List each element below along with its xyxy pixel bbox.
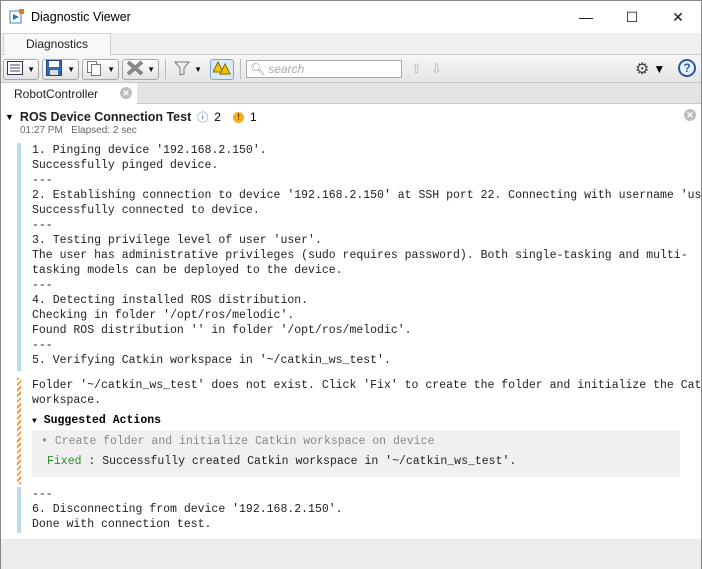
chevron-down-icon: ▼ (107, 65, 115, 74)
log-line: --- (32, 339, 53, 352)
log-line: 3. Testing privilege level of user 'user… (32, 234, 322, 247)
warnings-toggle[interactable] (210, 59, 234, 80)
help-icon[interactable]: ? (678, 59, 696, 77)
log-line: 2. Establishing connection to device '19… (32, 189, 702, 202)
log-line: tasking models can be deployed to the de… (32, 264, 343, 277)
log-line: Successfully pinged device. (32, 159, 219, 172)
arrow-down-icon[interactable]: ⇩ (431, 61, 442, 77)
elapsed-time: Elapsed: 2 sec (71, 125, 137, 136)
log-line: 5. Verifying Catkin workspace in '~/catk… (32, 354, 391, 367)
test-header[interactable]: ▼ ROS Device Connection Test ⓘ 2 ! 1 (5, 109, 257, 125)
log-line: --- (32, 279, 53, 292)
warning-count: 1 (249, 110, 257, 124)
suggested-actions-label: Suggested Actions (43, 414, 162, 427)
warning-circle-icon: ! (232, 111, 244, 123)
log-block-final: --- 6. Disconnecting from device '192.168… (17, 487, 343, 533)
layout-button[interactable]: ▼ (3, 59, 39, 80)
close-button[interactable]: ✕ (655, 1, 701, 33)
log-line: 1. Pinging device '192.168.2.150'. (32, 144, 267, 157)
warning-line: workspace. (32, 394, 102, 407)
info-count: 2 (214, 110, 221, 124)
status-area (1, 539, 701, 569)
filter-button[interactable]: ▼ (170, 59, 206, 80)
clear-button[interactable]: ▼ (122, 59, 159, 80)
test-time: 01:27 PM (20, 125, 63, 136)
copy-button[interactable]: ▼ (82, 59, 119, 80)
warning-icon (212, 60, 231, 78)
app-icon (9, 9, 25, 25)
collapse-triangle-icon[interactable]: ▼ (5, 112, 14, 122)
log-line: 6. Disconnecting from device '192.168.2.… (32, 503, 343, 516)
chevron-down-icon: ▼ (147, 65, 155, 74)
chevron-down-icon: ▼ (27, 65, 35, 74)
copy-icon (86, 60, 102, 79)
log-line: Successfully connected to device. (32, 204, 260, 217)
toolbar: ▼ ▼ ▼ ▼ ▼ 🔍︎ search ⇧ ⇩ ⚙ ▼ ? (1, 55, 701, 83)
close-test-icon[interactable]: ✕ (684, 109, 696, 121)
action-text: Create folder and initialize Catkin work… (54, 435, 435, 448)
arrow-up-icon[interactable]: ⇧ (411, 61, 422, 77)
fixed-message: : Successfully created Catkin workspace … (81, 455, 517, 468)
log-line: --- (32, 219, 53, 232)
warning-block: Folder '~/catkin_ws_test' does not exist… (17, 378, 702, 484)
clear-x-icon (126, 60, 144, 79)
filter-icon (173, 60, 191, 79)
document-tabbar: RobotController ✕ (1, 83, 701, 104)
title-bar: Diagnostic Viewer — ☐ ✕ (1, 1, 701, 33)
fix-result: Fixed : Successfully created Catkin work… (41, 454, 680, 469)
separator (165, 59, 166, 79)
separator (240, 59, 241, 79)
suggested-actions-box: • Create folder and initialize Catkin wo… (32, 430, 680, 477)
search-input[interactable]: 🔍︎ search (246, 60, 402, 78)
info-icon: ⓘ (197, 112, 209, 124)
settings-button[interactable]: ⚙ ▼ (635, 59, 669, 79)
minimize-button[interactable]: — (563, 1, 609, 33)
log-line: Found ROS distribution '' in folder '/op… (32, 324, 412, 337)
chevron-down-icon: ▼ (653, 62, 666, 76)
maximize-button[interactable]: ☐ (609, 1, 655, 33)
main-tabstrip: Diagnostics (1, 33, 701, 55)
list-layout-icon (7, 61, 23, 78)
log-line: --- (32, 488, 53, 501)
warning-line: Folder '~/catkin_ws_test' does not exist… (32, 379, 702, 392)
suggested-actions-header[interactable]: ▼ Suggested Actions (32, 414, 695, 427)
chevron-down-icon: ▼ (194, 65, 202, 74)
collapse-triangle-icon: ▼ (32, 417, 37, 426)
save-button[interactable]: ▼ (42, 59, 79, 80)
log-line: The user has administrative privileges (… (32, 249, 688, 262)
test-name: ROS Device Connection Test (19, 110, 192, 124)
suggested-action[interactable]: • Create folder and initialize Catkin wo… (41, 434, 680, 449)
log-line: 4. Detecting installed ROS distribution. (32, 294, 309, 307)
search-placeholder: search (268, 62, 305, 76)
log-line: --- (32, 174, 53, 187)
log-line: Checking in folder '/opt/ros/melodic'. (32, 309, 295, 322)
log-line: Done with connection test. (32, 518, 212, 531)
window-title: Diagnostic Viewer (31, 10, 131, 24)
test-timestamp: 01:27 PM Elapsed: 2 sec (20, 125, 137, 136)
diagnostic-content: ▼ ROS Device Connection Test ⓘ 2 ! 1 ✕ 01:… (1, 105, 702, 539)
save-icon (46, 60, 62, 79)
log-block: 1. Pinging device '192.168.2.150'. Succes… (17, 143, 702, 371)
search-icon: 🔍︎ (250, 62, 266, 76)
tab-robotcontroller[interactable]: RobotController ✕ (1, 83, 137, 104)
tab-label: RobotController (14, 86, 99, 101)
close-tab-icon[interactable]: ✕ (120, 87, 132, 99)
tab-diagnostics[interactable]: Diagnostics (3, 33, 111, 55)
chevron-down-icon: ▼ (67, 65, 75, 74)
gear-icon: ⚙ (635, 61, 650, 78)
fixed-label: Fixed (47, 455, 82, 468)
